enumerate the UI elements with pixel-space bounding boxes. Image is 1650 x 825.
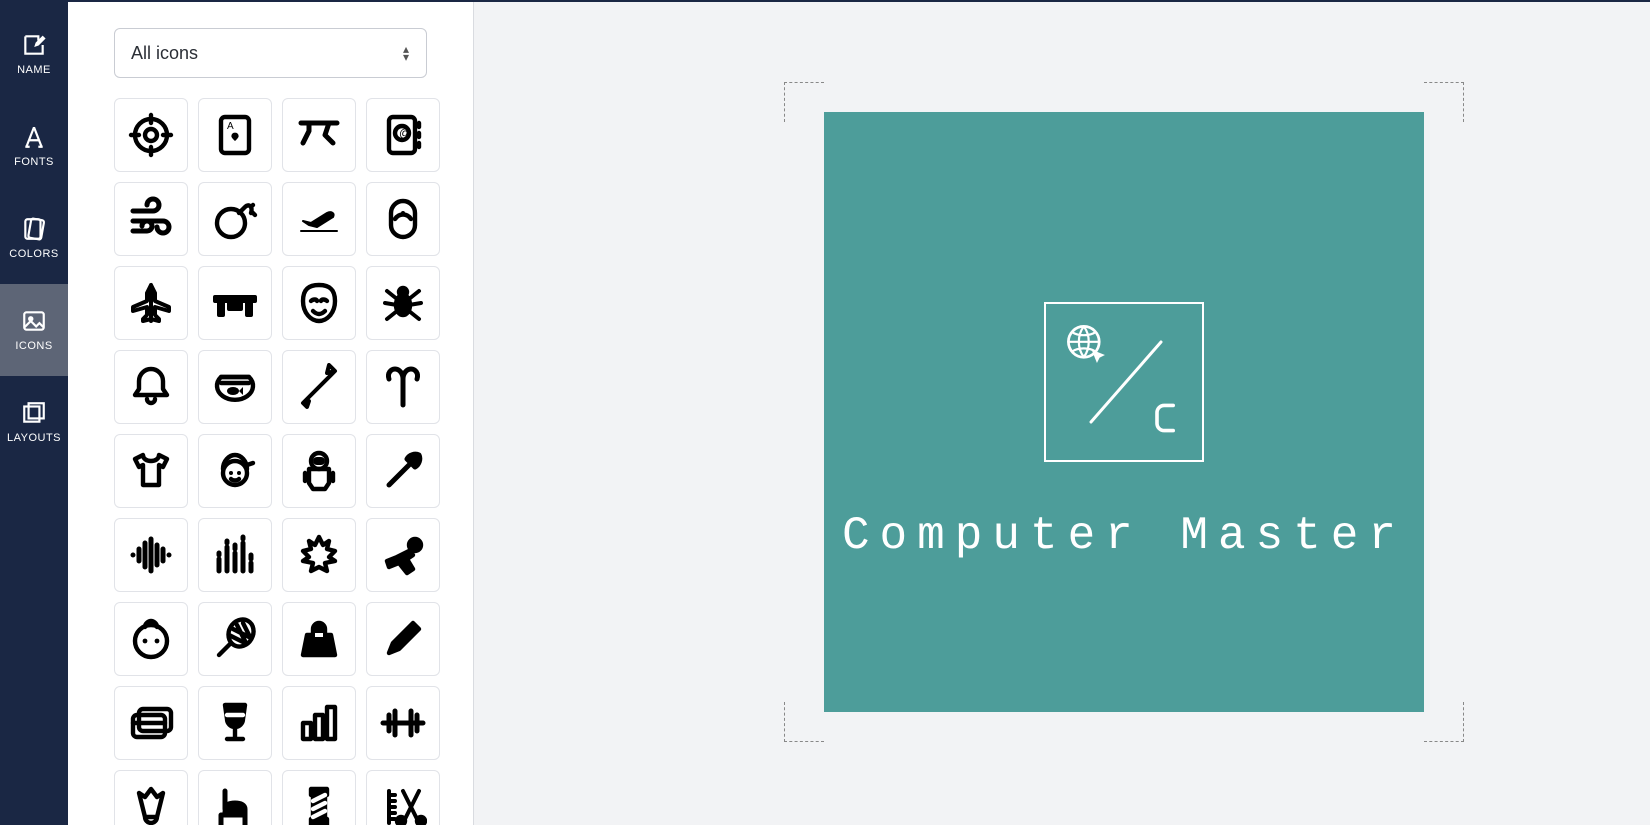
canvas-area[interactable]: Computer Master: [474, 2, 1650, 825]
crawl-person-icon[interactable]: [366, 518, 440, 592]
palette-icon: [21, 216, 47, 242]
nav-label: FONTS: [14, 156, 54, 168]
nav-label: NAME: [17, 64, 51, 76]
nav-fonts[interactable]: FONTS: [0, 100, 68, 192]
aries-icon[interactable]: [366, 350, 440, 424]
airplane-takeoff-icon[interactable]: [282, 182, 356, 256]
nav-label: LAYOUTS: [7, 432, 61, 444]
equalizer-icon[interactable]: [198, 518, 272, 592]
comb-scissors-icon[interactable]: [366, 770, 440, 825]
gymnast-icon[interactable]: [282, 98, 356, 172]
icon-panel: All icons ▴▾ A @: [68, 2, 474, 825]
bell-icon[interactable]: [114, 350, 188, 424]
svg-text:A: A: [227, 121, 234, 132]
logo-mark[interactable]: [1044, 302, 1204, 462]
nav-name[interactable]: NAME: [0, 8, 68, 100]
bar-chart-icon[interactable]: [282, 686, 356, 760]
credit-cards-icon[interactable]: [114, 686, 188, 760]
handbag-icon[interactable]: [282, 602, 356, 676]
icon-scroll[interactable]: A @: [78, 98, 463, 825]
astronaut-icon[interactable]: [282, 434, 356, 508]
chair-icon[interactable]: [198, 770, 272, 825]
ace-card-icon[interactable]: A: [198, 98, 272, 172]
logo-artboard[interactable]: Computer Master: [824, 112, 1424, 712]
maple-leaf-icon[interactable]: [282, 518, 356, 592]
tennis-racket-icon[interactable]: [198, 602, 272, 676]
table-furniture-icon[interactable]: [198, 266, 272, 340]
arrow-icon[interactable]: [282, 350, 356, 424]
layouts-icon: [21, 400, 47, 426]
nav-layouts[interactable]: LAYOUTS: [0, 376, 68, 468]
shuttlecock-icon[interactable]: [114, 770, 188, 825]
baby-face-icon[interactable]: [114, 602, 188, 676]
audio-wave-icon[interactable]: [114, 518, 188, 592]
logo-letter: [1148, 394, 1184, 442]
bomb-icon[interactable]: [198, 182, 272, 256]
airplane-window-icon[interactable]: [366, 182, 440, 256]
left-nav: NAME FONTS COLORS ICONS LAYOUTS: [0, 2, 68, 825]
image-icon: [21, 308, 47, 334]
icon-grid: A @: [114, 98, 449, 825]
crosshair-icon[interactable]: [114, 98, 188, 172]
font-icon: [21, 124, 47, 150]
nav-label: COLORS: [9, 248, 58, 260]
boy-cap-icon[interactable]: [198, 434, 272, 508]
tshirt-icon[interactable]: [114, 434, 188, 508]
icon-filter-dropdown[interactable]: All icons ▴▾: [114, 28, 427, 78]
logo-text[interactable]: Computer Master: [842, 510, 1406, 562]
wind-icon[interactable]: [114, 182, 188, 256]
svg-text:@: @: [399, 126, 411, 140]
address-book-icon[interactable]: @: [366, 98, 440, 172]
barber-pole-icon[interactable]: [282, 770, 356, 825]
pen-icon[interactable]: [366, 602, 440, 676]
anonymous-mask-icon[interactable]: [282, 266, 356, 340]
nav-colors[interactable]: COLORS: [0, 192, 68, 284]
wine-glass-icon[interactable]: [198, 686, 272, 760]
airplane-icon[interactable]: [114, 266, 188, 340]
barbell-icon[interactable]: [366, 686, 440, 760]
fishbowl-icon[interactable]: [198, 350, 272, 424]
edit-icon: [21, 32, 47, 58]
nav-label: ICONS: [15, 340, 52, 352]
spider-icon[interactable]: [366, 266, 440, 340]
icon-filter-select[interactable]: All icons: [114, 28, 427, 78]
nav-icons[interactable]: ICONS: [0, 284, 68, 376]
axe-icon[interactable]: [366, 434, 440, 508]
